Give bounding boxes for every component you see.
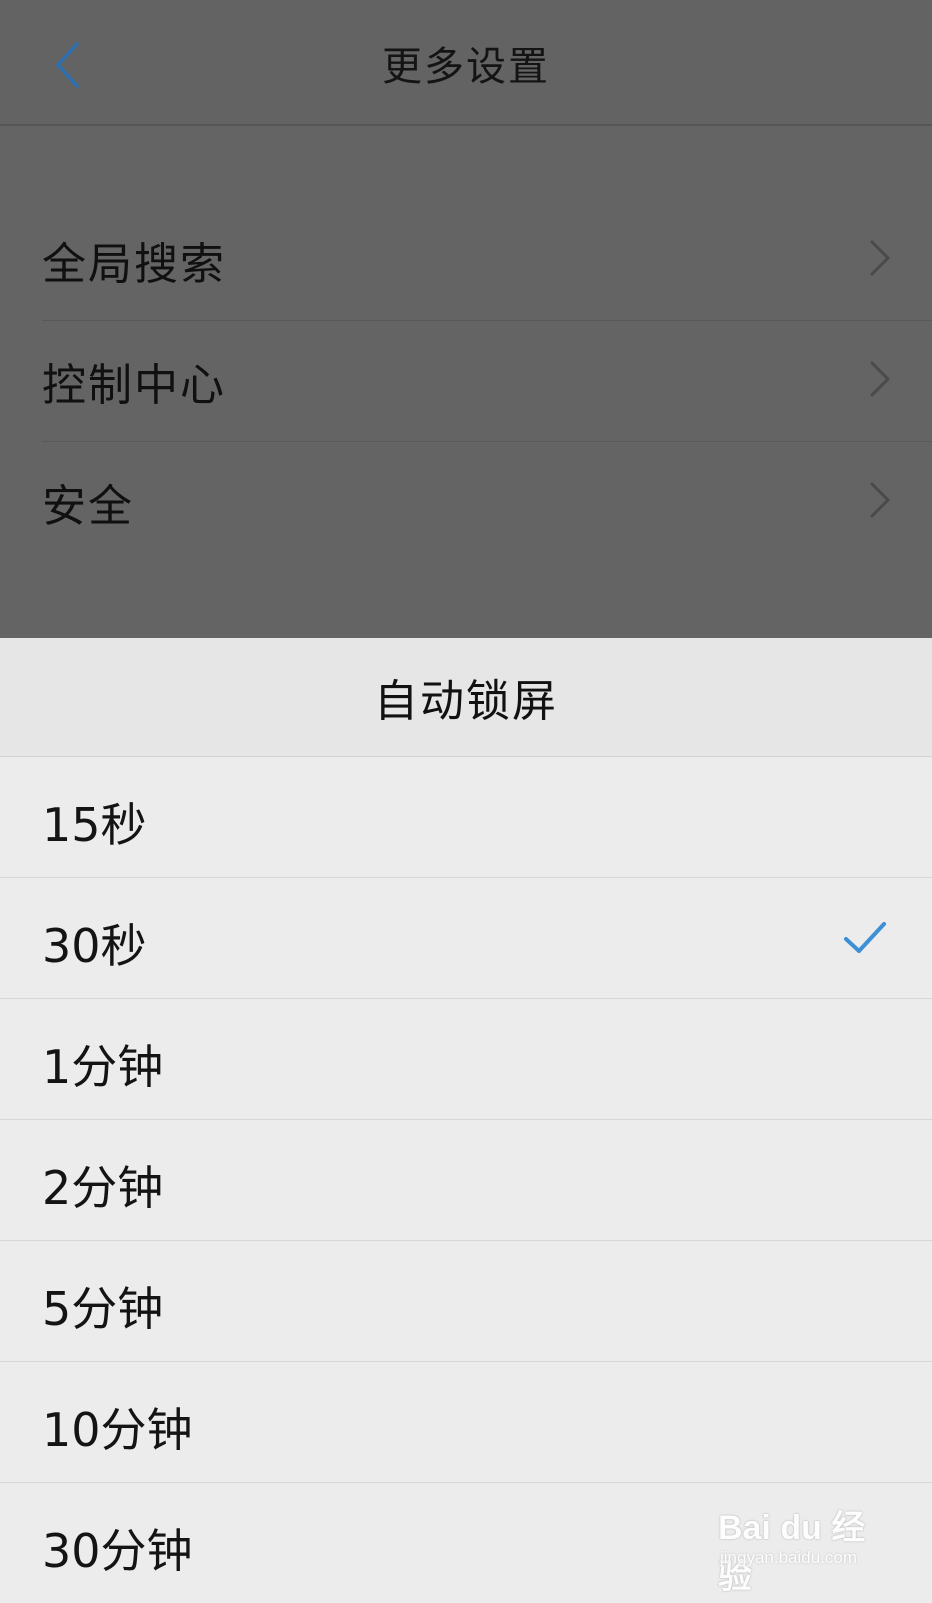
chevron-right-icon (870, 361, 890, 397)
settings-item-label: 安全 (42, 481, 134, 532)
option-1-minute[interactable]: 1分钟 (0, 999, 932, 1120)
sheet-header: 自动锁屏 (0, 638, 932, 757)
chevron-right-icon (870, 482, 890, 518)
nav-bar: 更多设置 (0, 0, 932, 126)
option-label: 1分钟 (42, 1040, 164, 1094)
settings-item-label: 控制中心 (42, 360, 226, 411)
option-30-seconds[interactable]: 30秒 (0, 878, 932, 999)
settings-item-label: 全局搜索 (42, 239, 226, 290)
page-title: 更多设置 (382, 44, 550, 90)
settings-item-security[interactable]: 安全 (42, 442, 932, 562)
watermark-url: jingyan.baidu.com (720, 1548, 858, 1567)
chevron-right-icon (870, 240, 890, 276)
option-15-seconds[interactable]: 15秒 (0, 757, 932, 878)
option-label: 30秒 (42, 919, 147, 973)
option-label: 15秒 (42, 798, 147, 852)
watermark-logo: Bai du 经验 jingyan.baidu.com (718, 1492, 888, 1596)
settings-list: 全局搜索 控制中心 安全 (0, 200, 932, 562)
option-10-minutes[interactable]: 10分钟 (0, 1362, 932, 1483)
option-label: 2分钟 (42, 1161, 164, 1215)
settings-item-global-search[interactable]: 全局搜索 (42, 200, 932, 321)
sheet-title: 自动锁屏 (374, 676, 558, 727)
option-label: 5分钟 (42, 1282, 164, 1336)
auto-lock-sheet: 自动锁屏 15秒 30秒 1分钟 2分钟 5分钟 10分钟 30分钟 (0, 638, 932, 1603)
option-2-minutes[interactable]: 2分钟 (0, 1120, 932, 1241)
settings-item-control-center[interactable]: 控制中心 (42, 321, 932, 442)
option-label: 10分钟 (42, 1403, 193, 1457)
checkmark-icon (844, 922, 886, 953)
option-5-minutes[interactable]: 5分钟 (0, 1241, 932, 1362)
option-label: 30分钟 (42, 1524, 193, 1578)
